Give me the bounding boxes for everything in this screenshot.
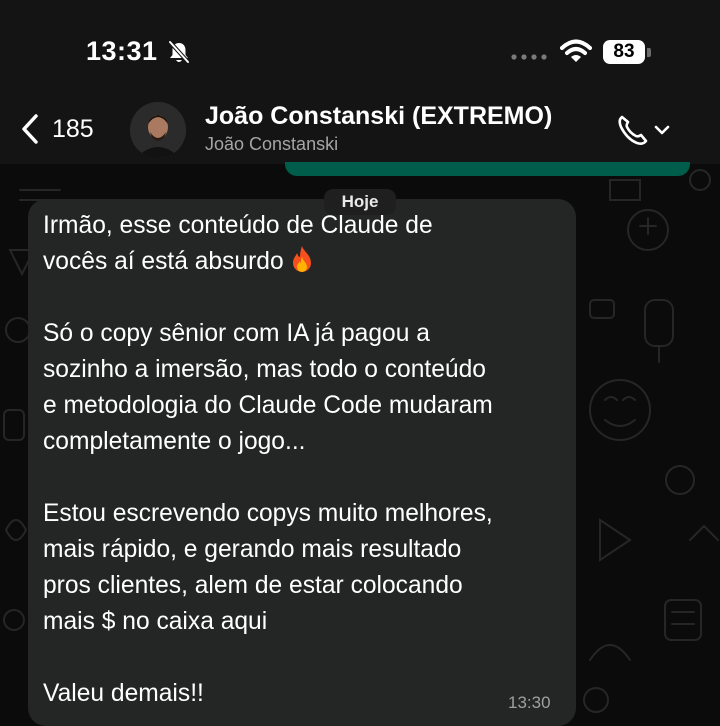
battery-indicator: 83: [603, 40, 651, 64]
chat-header: 185 João Constanski (EXTREMO) João Const…: [0, 100, 720, 164]
date-separator: Hoje: [324, 189, 396, 215]
chevron-left-icon: [22, 114, 38, 144]
fire-emoji-icon: [293, 246, 312, 272]
call-button[interactable]: [616, 112, 678, 146]
contact-name: João Constanski (EXTREMO): [205, 102, 553, 130]
mute-bell-icon: [168, 40, 190, 64]
contact-avatar[interactable]: [130, 102, 186, 158]
message-time: 13:30: [508, 693, 551, 712]
status-time: 13:31: [86, 36, 158, 66]
unread-count: 185: [52, 114, 94, 143]
battery-cap: [647, 48, 651, 57]
contact-subtitle: João Constanski: [205, 134, 339, 154]
message-text-part-1: Irmão, esse conteúdo de Claude de vocês …: [43, 212, 433, 275]
contact-info[interactable]: João Constanski (EXTREMO) João Constansk…: [205, 102, 552, 155]
status-bar: 13:31 83: [0, 0, 720, 100]
signal-dots-icon: [511, 54, 547, 60]
chevron-down-icon: [654, 125, 670, 135]
message-text-part-2: Só o copy sênior com IA já pagou a sozin…: [43, 320, 493, 707]
message-text: Irmão, esse conteúdo de Claude de vocês …: [43, 208, 568, 712]
phone-icon: [618, 115, 648, 145]
back-button[interactable]: 185: [20, 112, 94, 146]
previous-outgoing-bubble: [285, 162, 690, 176]
wifi-icon: [560, 39, 592, 62]
incoming-message-bubble[interactable]: Irmão, esse conteúdo de Claude de vocês …: [28, 199, 576, 726]
battery-level: 83: [603, 40, 645, 64]
